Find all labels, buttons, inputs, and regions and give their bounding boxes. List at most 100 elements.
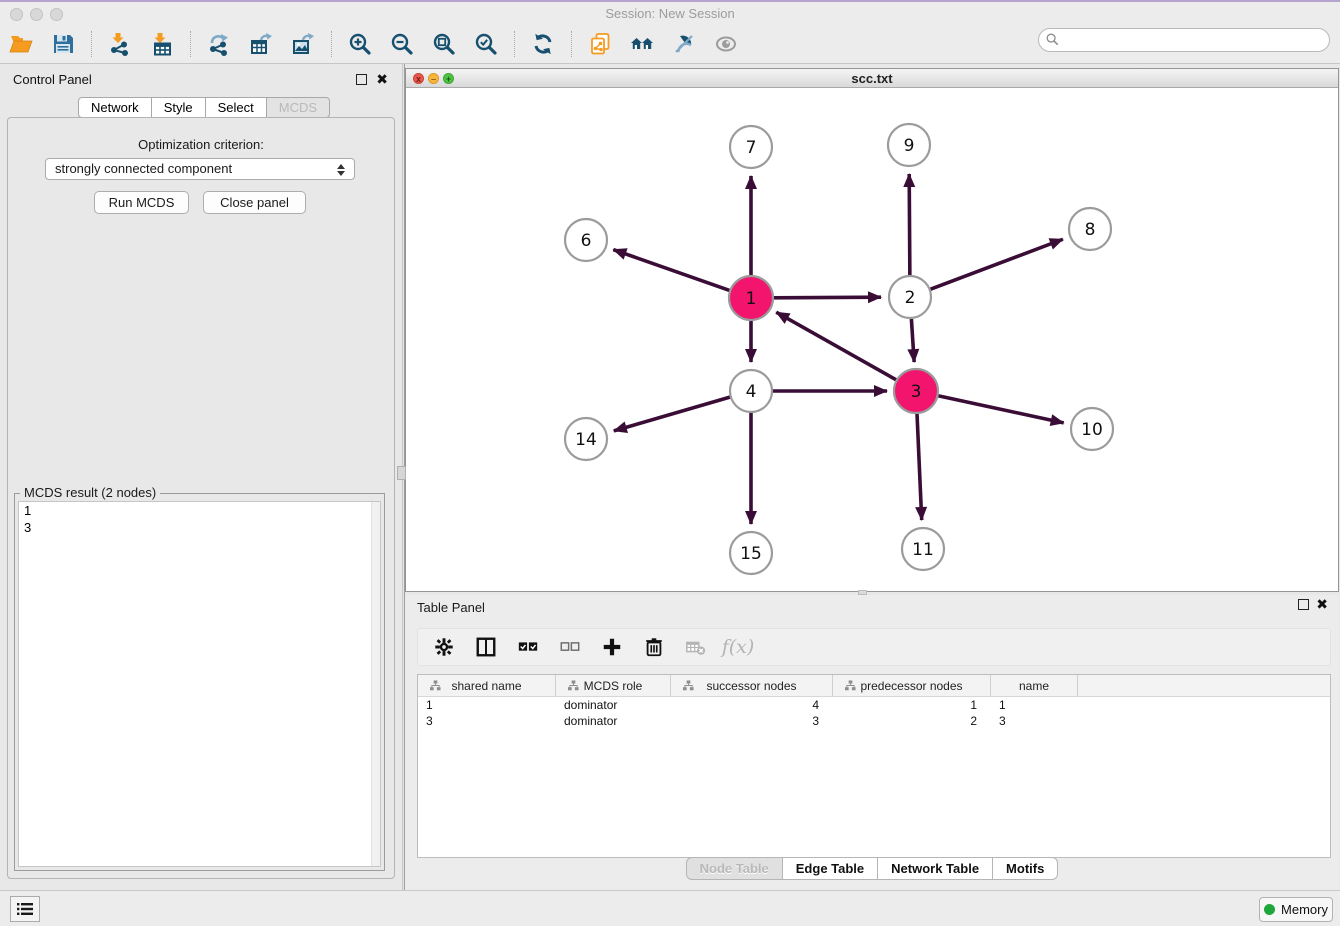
tab-node-table[interactable]: Node Table xyxy=(686,857,783,880)
network-graph-canvas[interactable]: 7 9 6 8 1 2 4 3 14 10 15 11 xyxy=(406,88,1338,591)
mcds-result-textarea[interactable]: 13 xyxy=(18,501,381,867)
column-header-MCDS-role[interactable]: MCDS role xyxy=(556,675,671,696)
graph-node-6[interactable]: 6 xyxy=(565,219,607,261)
table-cell[interactable]: 2 xyxy=(833,713,991,729)
tab-network[interactable]: Network xyxy=(78,97,152,118)
search-input[interactable] xyxy=(1038,28,1330,52)
table-cell[interactable]: dominator xyxy=(556,697,671,713)
select-all-button[interactable] xyxy=(514,633,542,661)
zoom-fit-button[interactable] xyxy=(428,29,460,59)
graph-node-3[interactable]: 3 xyxy=(894,369,938,413)
column-header-predecessor-nodes[interactable]: predecessor nodes xyxy=(833,675,991,696)
edge-3-11[interactable] xyxy=(917,413,922,520)
task-history-button[interactable] xyxy=(10,896,40,922)
graph-node-8[interactable]: 8 xyxy=(1069,208,1111,250)
table-cell[interactable]: 3 xyxy=(671,713,833,729)
tab-mcds[interactable]: MCDS xyxy=(267,97,330,118)
add-row-button[interactable] xyxy=(598,633,626,661)
horizontal-splitter-grip[interactable] xyxy=(858,590,867,595)
memory-status-icon xyxy=(1264,904,1275,915)
zoom-selected-button[interactable] xyxy=(470,29,502,59)
edge-3-1[interactable] xyxy=(776,312,897,380)
table-cell[interactable]: 4 xyxy=(671,697,833,713)
export-network-button[interactable] xyxy=(203,29,235,59)
export-image-button[interactable] xyxy=(287,29,319,59)
table-row[interactable]: 3dominator323 xyxy=(418,713,1330,729)
table-cell[interactable]: 1 xyxy=(418,697,556,713)
control-panel-close-icon[interactable]: ✖ xyxy=(376,72,388,86)
unselect-all-button[interactable] xyxy=(556,633,584,661)
result-scrollbar[interactable] xyxy=(371,502,380,866)
graph-node-10[interactable]: 10 xyxy=(1071,408,1113,450)
tab-motifs[interactable]: Motifs xyxy=(993,857,1058,880)
duplicate-network-button[interactable] xyxy=(584,29,616,59)
vertical-splitter-grip[interactable] xyxy=(397,466,406,480)
graph-node-11[interactable]: 11 xyxy=(902,528,944,570)
memory-label: Memory xyxy=(1281,902,1328,917)
open-session-icon xyxy=(9,32,33,56)
show-graphics-details-button[interactable] xyxy=(710,29,742,59)
optimization-select-value: strongly connected component xyxy=(55,161,232,176)
application-window: Session: New Session Control Panel ✖ Net… xyxy=(0,0,1340,926)
node-label: 15 xyxy=(740,544,762,564)
edge-4-14[interactable] xyxy=(614,397,730,431)
column-header-successor-nodes[interactable]: successor nodes xyxy=(671,675,833,696)
show-columns-button[interactable] xyxy=(472,633,500,661)
run-mcds-button[interactable]: Run MCDS xyxy=(94,191,189,214)
column-header-name[interactable]: name xyxy=(991,675,1078,696)
control-panel-header: Control Panel ✖ xyxy=(0,70,402,90)
memory-button[interactable]: Memory xyxy=(1259,897,1333,922)
edge-1-6[interactable] xyxy=(613,250,730,291)
tab-edge-table[interactable]: Edge Table xyxy=(783,857,878,880)
graph-node-14[interactable]: 14 xyxy=(565,418,607,460)
zoom-in-button[interactable] xyxy=(344,29,376,59)
graph-node-1[interactable]: 1 xyxy=(729,276,773,320)
refresh-network-button[interactable] xyxy=(527,29,559,59)
table-cell[interactable]: 1 xyxy=(833,697,991,713)
save-session-button[interactable] xyxy=(47,29,79,59)
tab-style[interactable]: Style xyxy=(152,97,206,118)
open-session-button[interactable] xyxy=(5,29,37,59)
tab-select[interactable]: Select xyxy=(206,97,267,118)
add-row-icon xyxy=(601,636,623,658)
column-header-shared-name[interactable]: shared name xyxy=(418,675,556,696)
edge-2-8[interactable] xyxy=(931,239,1063,289)
first-neighbors-button[interactable] xyxy=(626,29,658,59)
node-label: 9 xyxy=(904,136,915,156)
table-panel-close-icon[interactable]: ✖ xyxy=(1316,597,1328,611)
delete-row-button[interactable] xyxy=(640,633,668,661)
graph-node-7[interactable]: 7 xyxy=(730,126,772,168)
export-table-button[interactable] xyxy=(245,29,277,59)
zoom-out-button[interactable] xyxy=(386,29,418,59)
export-network-icon xyxy=(207,32,231,56)
edge-2-3[interactable] xyxy=(911,319,914,362)
edge-3-10[interactable] xyxy=(938,396,1064,423)
table-cell[interactable]: 3 xyxy=(418,713,556,729)
import-table-button[interactable] xyxy=(146,29,178,59)
graph-node-9[interactable]: 9 xyxy=(888,124,930,166)
network-window-titlebar: x – + scc.txt xyxy=(406,69,1338,88)
hide-graphics-details-button[interactable] xyxy=(668,29,700,59)
tab-network-table[interactable]: Network Table xyxy=(878,857,993,880)
select-stepper-icon xyxy=(337,162,347,178)
control-panel-float-icon[interactable] xyxy=(356,74,367,85)
edge-1-2[interactable] xyxy=(773,297,881,298)
import-network-button[interactable] xyxy=(104,29,136,59)
table-cell[interactable]: 1 xyxy=(991,697,1078,713)
refresh-network-icon xyxy=(531,32,555,56)
graph-node-15[interactable]: 15 xyxy=(730,532,772,574)
close-panel-button[interactable]: Close panel xyxy=(203,191,306,214)
table-row[interactable]: 1dominator411 xyxy=(418,697,1330,713)
table-cell[interactable]: 3 xyxy=(991,713,1078,729)
table-cell[interactable]: dominator xyxy=(556,713,671,729)
node-label: 8 xyxy=(1085,220,1096,240)
graph-node-2[interactable]: 2 xyxy=(889,276,931,318)
optimization-select[interactable]: strongly connected component xyxy=(45,158,355,180)
search-field-wrap xyxy=(1038,28,1330,52)
table-panel-float-icon[interactable] xyxy=(1298,599,1309,610)
control-panel-title: Control Panel xyxy=(13,72,92,87)
show-columns-icon xyxy=(475,636,497,658)
graph-node-4[interactable]: 4 xyxy=(730,370,772,412)
table-settings-button[interactable] xyxy=(430,633,458,661)
edge-2-9[interactable] xyxy=(909,174,910,275)
